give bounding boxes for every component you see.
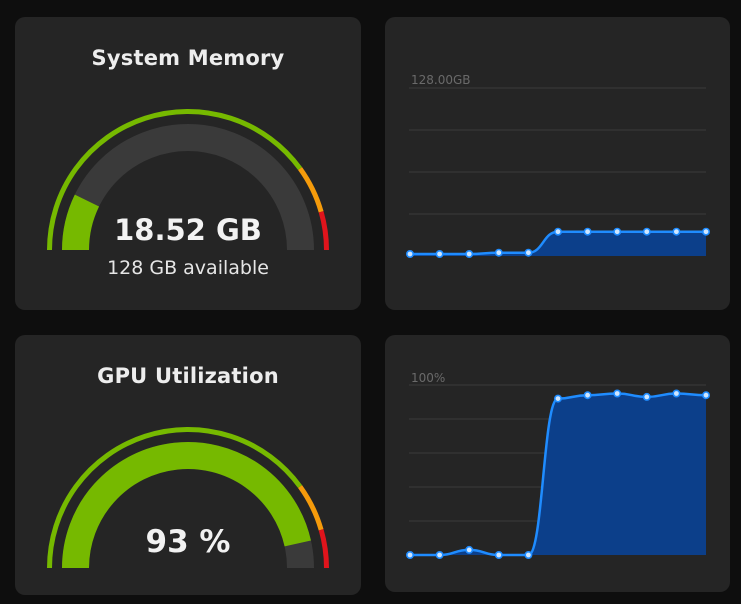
gpu-chart-point <box>642 392 651 401</box>
gpu-utilization-chart-card: 100% <box>385 335 730 592</box>
memory-chart-point <box>524 248 533 257</box>
gpu-chart-point <box>613 389 622 398</box>
memory-chart-point <box>613 227 622 236</box>
gpu-utilization-value: 93 % <box>145 524 231 560</box>
memory-chart-point <box>701 227 710 236</box>
gpu-chart-point <box>465 545 474 554</box>
gpu-chart-point <box>405 551 414 560</box>
system-memory-chart-card: 128.00GB <box>385 17 730 310</box>
memory-chart-point <box>672 227 681 236</box>
system-memory-available: 128 GB available <box>107 257 269 279</box>
gpu-chart-area <box>410 393 706 555</box>
system-memory-history-chart: 128.00GB <box>405 73 710 259</box>
gpu-utilization-history-chart: 100% <box>405 371 710 560</box>
memory-chart-point <box>642 227 651 236</box>
memory-chart-point <box>405 250 414 259</box>
gpu-utilization-gauge-card: GPU Utilization 93 % <box>15 335 361 595</box>
memory-chart-point <box>494 248 503 257</box>
gpu-chart-point <box>672 389 681 398</box>
gpu-chart-point <box>524 551 533 560</box>
gpu-chart-point <box>583 391 592 400</box>
system-memory-gauge-card: System Memory 18.52 GB 128 GB available <box>15 17 361 310</box>
memory-chart-point <box>583 227 592 236</box>
dashboard: System Memory 18.52 GB 128 GB available … <box>0 0 741 604</box>
memory-chart-point <box>554 227 563 236</box>
gpu-chart-point <box>554 394 563 403</box>
memory-chart-point <box>435 250 444 259</box>
memory-chart-max-label: 128.00GB <box>411 73 471 87</box>
gpu-chart-point <box>494 551 503 560</box>
gpu-chart-max-label: 100% <box>411 371 445 385</box>
memory-chart-point <box>465 250 474 259</box>
system-memory-value: 18.52 GB <box>114 213 262 247</box>
gpu-chart-point <box>701 391 710 400</box>
gpu-chart-point <box>435 551 444 560</box>
